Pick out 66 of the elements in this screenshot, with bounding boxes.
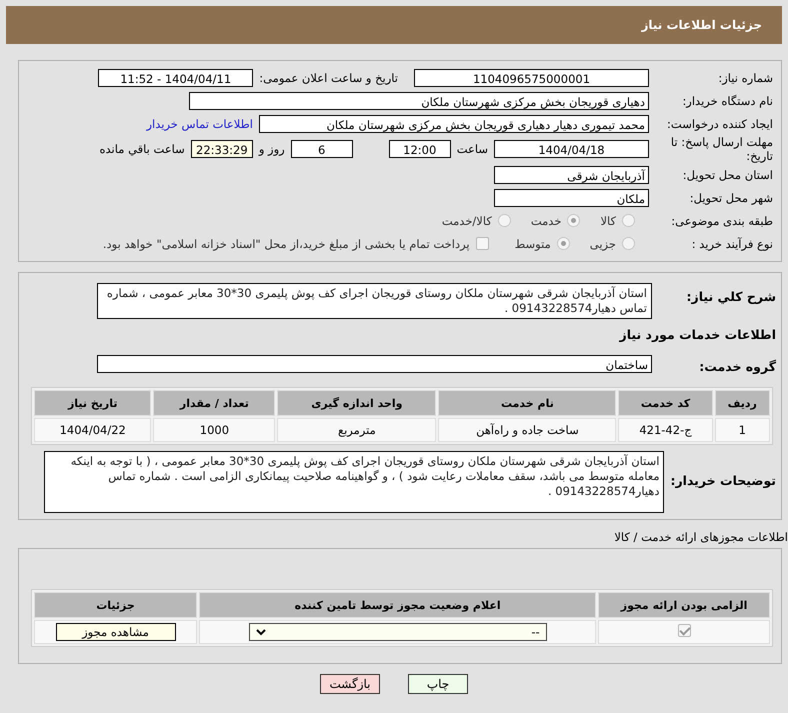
column-header: کد خدمت <box>618 390 713 416</box>
radio-label: کالا <box>600 214 616 228</box>
table-cell: مترمربع <box>277 418 436 442</box>
announce-date-field: 1404/04/11 - 11:52 <box>98 68 254 86</box>
radio-label: جزیی <box>590 236 616 250</box>
field-label: گروه خدمت: <box>698 358 777 374</box>
description-textarea: استان آذربایجان شرقی شهرستان ملکان روستای قوریجان اجرای کف پوش پلیمری 30*30 معابر عمومی ، شماره تماس دهیار09143228574 . <box>97 283 652 319</box>
field-label: شهر محل تحویل: <box>688 190 774 204</box>
checkbox[interactable] <box>476 237 489 250</box>
page-title: جزئیات اطلاعات نیاز <box>641 18 762 32</box>
section-title: اطلاعات خدمات مورد نیاز <box>618 326 777 344</box>
deadline-date-field: 1404/04/18 <box>494 140 649 158</box>
radio-button[interactable] <box>498 214 511 227</box>
field-label: طبقه بندی موضوعی: <box>670 214 774 228</box>
section-title: اطلاعات مجوزهای ارائه خدمت / کالا <box>613 529 788 546</box>
back-button[interactable]: بازگشت <box>320 674 380 694</box>
time-label: ساعت <box>456 142 488 156</box>
city-field: ملکان <box>494 188 649 206</box>
buyer-org-field: دهیاری قوریجان بخش مرکزی شهرستان ملکان <box>189 92 649 110</box>
field-label: استان محل تحویل: <box>682 168 774 182</box>
field-label: مهلت ارسال پاسخ: تا تاریخ: <box>670 135 774 163</box>
column-header: واحد اندازه گیری <box>277 390 436 416</box>
column-header: الزامی بودن ارائه مجوز <box>598 592 770 618</box>
column-header: تاریخ نیاز <box>34 390 152 416</box>
table-cell: ساخت جاده و راه‌آهن <box>438 418 616 442</box>
radio-label: کالا/خدمت <box>442 214 492 228</box>
table-cell: 1404/04/22 <box>34 418 152 442</box>
field-label: نام دستگاه خریدار: <box>681 94 774 108</box>
table-cell: 1 <box>714 418 770 442</box>
field-label: شرح کلي نياز: <box>686 288 777 304</box>
column-header: تعداد / مقدار <box>153 390 276 416</box>
buyer-notes-textarea: استان آذربایجان شرقی شهرستان ملکان روستای قوریجان اجرای کف پوش پلیمری 30*30 معابر عمومی ، ( با توجه به اینکه معامله متوسط می باشد، سقف معاملات رعایت شود ) ، و گواهینامه صلاحیت پیمانکاری الزامی است . شماره تماس دهیار09143228574 . <box>44 451 664 513</box>
dropdown-value: -- <box>531 625 540 639</box>
radio-button[interactable] <box>622 214 635 227</box>
radio-label: خدمت <box>530 214 562 228</box>
deadline-time-field: 12:00 <box>388 140 451 158</box>
column-header: اعلام وضعیت مجوز توسط تامین کننده <box>199 592 596 618</box>
days-label: روز و <box>258 142 285 156</box>
chevron-down-icon <box>256 628 266 636</box>
radio-button[interactable] <box>622 237 635 250</box>
field-label: نوع فرآیند خرید : <box>690 236 774 250</box>
buyer-contact-link[interactable]: اطلاعات تماس خریدار <box>146 116 253 130</box>
province-field: آذربایجان شرقی <box>494 166 649 184</box>
radio-button[interactable] <box>556 237 570 250</box>
field-label: ایجاد کننده درخواست: <box>666 116 774 130</box>
service-group-field: ساختمان <box>97 354 652 372</box>
print-button[interactable]: چاپ <box>408 674 468 694</box>
remaining-time-field: 22:33:29 <box>190 140 253 158</box>
radio-button[interactable] <box>567 214 580 227</box>
field-label: توضیحات خریدار: <box>670 472 777 488</box>
requester-field: محمد تیموری دهیار دهیاری قوریجان بخش مرکزی شهرستان ملکان <box>259 114 649 132</box>
checkbox[interactable] <box>678 624 691 637</box>
column-header: جزئیات <box>34 592 198 618</box>
field-label: شماره نیاز: <box>717 70 774 84</box>
status-dropdown[interactable]: -- <box>248 623 547 641</box>
checkbox-label: پرداخت تمام یا بخشی از مبلغ خرید،از محل "اسناد خزانه اسلامی" خواهد بود. <box>102 236 470 250</box>
field-label: تاریخ و ساعت اعلان عمومی: <box>259 70 398 84</box>
column-header: ردیف <box>714 390 770 416</box>
days-field: 6 <box>290 140 353 158</box>
radio-label: متوسط <box>514 236 551 250</box>
remaining-label: ساعت باقي مانده <box>100 142 185 156</box>
table-cell: 1000 <box>153 418 276 442</box>
view-permit-button[interactable]: مشاهده مجوز <box>56 623 176 641</box>
table-cell: ج-42-421 <box>618 418 713 442</box>
need-number-field: 1104096575000001 <box>414 68 649 86</box>
column-header: نام خدمت <box>438 390 616 416</box>
